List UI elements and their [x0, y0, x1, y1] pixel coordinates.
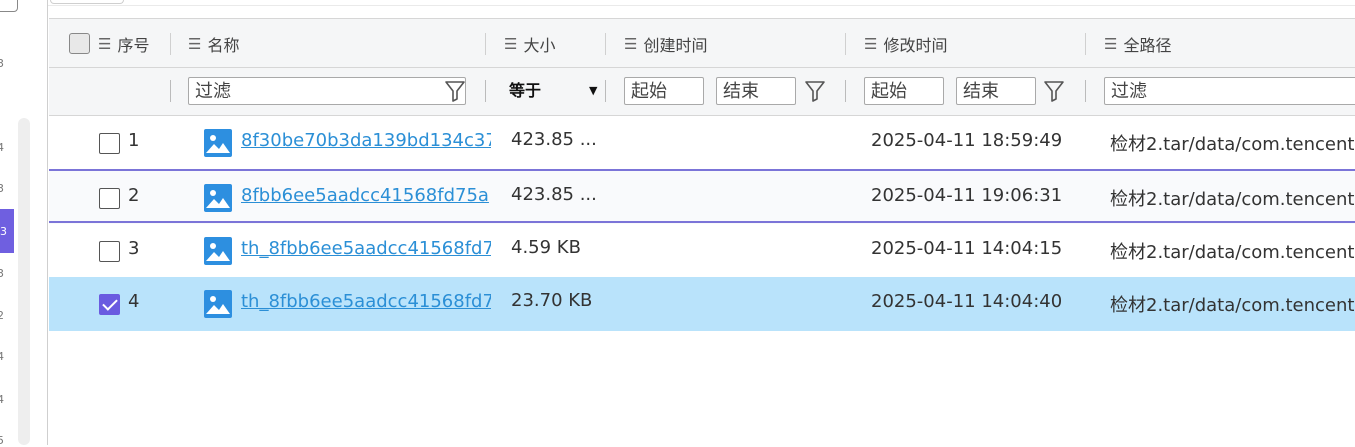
- divider: [47, 0, 48, 445]
- full-path: 检材2.tar/data/com.tencent: [1110, 295, 1355, 316]
- sidebar-num: 4: [0, 141, 4, 154]
- header-name[interactable]: ☰ 名称: [188, 19, 239, 68]
- sidebar-fragment: 3 4 3 3 2 4 4 5 3: [0, 0, 48, 447]
- filter-row: 等于 ▼: [49, 68, 1355, 116]
- modified-time: 2025-04-11 19:06:31: [871, 185, 1063, 206]
- modified-time: 2025-04-11 18:59:49: [871, 130, 1063, 151]
- image-file-icon: [204, 290, 232, 318]
- file-table: ☰ 序号 ☰ 名称 ☰ 大小 ☰ 创建时间 ☰ 修改时间 ☰ 全路径 过滤 等于…: [49, 18, 1355, 445]
- column-resizer[interactable]: [485, 33, 486, 55]
- sidebar-checkbox-fragment[interactable]: [0, 0, 18, 12]
- row-checkbox[interactable]: [99, 133, 120, 154]
- image-file-icon: [204, 237, 232, 265]
- list-icon: ☰: [98, 34, 112, 53]
- sidebar-num: 4: [0, 393, 4, 406]
- modified-time: 2025-04-11 14:04:40: [871, 291, 1063, 312]
- table-row[interactable]: 2 8fbb6ee5aadcc41568fd75a 423.85 ... 202…: [49, 171, 1355, 225]
- divider: [485, 80, 486, 102]
- name-filter-input[interactable]: [188, 77, 466, 105]
- toolbar-button-fragment[interactable]: [50, 0, 124, 4]
- row-seq: 1: [128, 130, 140, 151]
- row-focus-border: [49, 221, 1355, 223]
- header-path[interactable]: ☰ 全路径: [1104, 19, 1171, 68]
- sidebar-num: 3: [0, 225, 7, 238]
- header-label: 名称: [207, 35, 240, 55]
- header-label: 大小: [523, 35, 556, 55]
- column-resizer[interactable]: [845, 33, 846, 55]
- row-seq: 3: [128, 238, 140, 259]
- table-row[interactable]: 1 8f30be70b3da139bd134c37 423.85 ... 202…: [49, 116, 1355, 170]
- table-row[interactable]: 3 th_8fbb6ee5aadcc41568fd75 4.59 KB 2025…: [49, 224, 1355, 278]
- modified-time: 2025-04-11 14:04:15: [871, 238, 1063, 259]
- caret-down-icon: ▼: [589, 84, 598, 97]
- list-icon: ☰: [504, 34, 518, 53]
- divider: [605, 80, 606, 102]
- image-file-icon: [204, 184, 232, 212]
- sidebar-active-item[interactable]: 3: [0, 209, 14, 253]
- header-seq[interactable]: ☰ 序号: [69, 19, 149, 68]
- funnel-icon[interactable]: [804, 79, 826, 103]
- divider: [1085, 80, 1086, 102]
- header-label: 修改时间: [883, 35, 948, 55]
- row-checkbox-checked[interactable]: [99, 294, 120, 315]
- list-icon: ☰: [188, 34, 202, 53]
- file-size: 23.70 KB: [511, 290, 593, 311]
- table-header: ☰ 序号 ☰ 名称 ☰ 大小 ☰ 创建时间 ☰ 修改时间 ☰ 全路径: [49, 18, 1355, 68]
- header-label: 序号: [117, 35, 150, 55]
- created-end-input[interactable]: [716, 77, 796, 105]
- row-checkbox[interactable]: [99, 188, 120, 209]
- sidebar-num: 3: [0, 57, 4, 70]
- size-operator-value: 等于: [509, 81, 542, 100]
- full-path: 检材2.tar/data/com.tencent: [1110, 134, 1355, 155]
- file-size: 423.85 ...: [511, 129, 597, 150]
- divider: [845, 80, 846, 102]
- path-filter-input[interactable]: [1104, 77, 1355, 105]
- file-name-link[interactable]: th_8fbb6ee5aadcc41568fd75: [241, 238, 491, 259]
- image-file-icon: [204, 129, 232, 157]
- size-operator-select[interactable]: 等于 ▼: [509, 77, 601, 105]
- list-icon: ☰: [864, 34, 878, 53]
- header-label: 创建时间: [643, 35, 708, 55]
- row-seq: 4: [128, 291, 140, 312]
- column-resizer[interactable]: [170, 33, 171, 55]
- sidebar-num: 5: [0, 434, 4, 447]
- divider: [48, 5, 1355, 6]
- list-icon: ☰: [624, 34, 638, 53]
- divider: [170, 80, 171, 102]
- column-resizer[interactable]: [605, 33, 606, 55]
- file-name-link[interactable]: th_8fbb6ee5aadcc41568fd75: [241, 291, 491, 312]
- row-checkbox[interactable]: [99, 241, 120, 262]
- file-name-link[interactable]: 8f30be70b3da139bd134c37: [241, 130, 491, 151]
- file-size: 423.85 ...: [511, 184, 597, 205]
- full-path: 检材2.tar/data/com.tencent: [1110, 189, 1355, 210]
- header-size[interactable]: ☰ 大小: [504, 19, 555, 68]
- table-row-selected[interactable]: 4 th_8fbb6ee5aadcc41568fd75 23.70 KB 202…: [49, 277, 1355, 331]
- file-size: 4.59 KB: [511, 237, 581, 258]
- header-created[interactable]: ☰ 创建时间: [624, 19, 707, 68]
- sidebar-num: 4: [0, 350, 4, 363]
- created-start-input[interactable]: [624, 77, 704, 105]
- header-modified[interactable]: ☰ 修改时间: [864, 19, 947, 68]
- funnel-icon[interactable]: [444, 79, 466, 103]
- modified-end-input[interactable]: [956, 77, 1036, 105]
- file-name-link[interactable]: 8fbb6ee5aadcc41568fd75a: [241, 185, 491, 206]
- sidebar-num: 2: [0, 309, 4, 322]
- sidebar-num: 3: [0, 182, 4, 195]
- sidebar-scrollbar[interactable]: [18, 118, 30, 445]
- row-seq: 2: [128, 185, 140, 206]
- funnel-icon[interactable]: [1043, 79, 1065, 103]
- header-label: 全路径: [1123, 35, 1172, 55]
- sidebar-num: 3: [0, 267, 4, 280]
- modified-start-input[interactable]: [864, 77, 944, 105]
- list-icon: ☰: [1104, 34, 1118, 53]
- select-all-checkbox[interactable]: [69, 33, 90, 54]
- column-resizer[interactable]: [1085, 33, 1086, 55]
- full-path: 检材2.tar/data/com.tencent: [1110, 242, 1355, 263]
